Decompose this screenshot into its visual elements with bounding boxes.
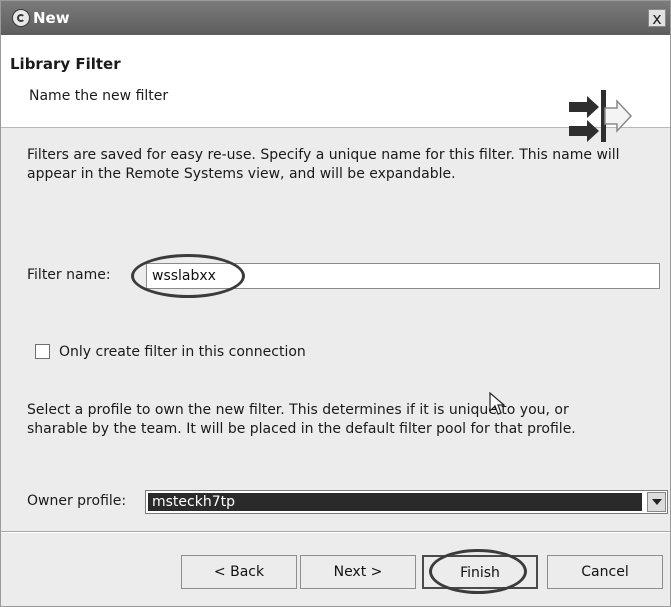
finish-button[interactable]: Finish xyxy=(422,555,538,589)
owner-profile-label: Owner profile: xyxy=(27,493,127,509)
next-button[interactable]: Next > xyxy=(300,555,416,589)
back-button[interactable]: < Back xyxy=(181,555,297,589)
eclipse-app-icon xyxy=(12,9,30,27)
page-title: Library Filter xyxy=(10,55,121,73)
only-connection-label: Only create filter in this connection xyxy=(59,344,306,360)
filter-description-line2: appear in the Remote Systems view, and w… xyxy=(27,166,456,182)
page-subtitle: Name the new filter xyxy=(29,88,169,104)
owner-profile-select[interactable]: msteckh7tp xyxy=(145,490,668,514)
owner-profile-value: msteckh7tp xyxy=(148,493,642,511)
profile-description-line2: sharable by the team. It will be placed … xyxy=(27,421,576,437)
title-bar: New x xyxy=(1,1,670,35)
wizard-banner: Library Filter Name the new filter xyxy=(1,35,670,142)
mouse-cursor-icon xyxy=(489,392,505,415)
filter-name-label: Filter name: xyxy=(27,267,111,283)
filter-name-input[interactable] xyxy=(146,263,660,289)
profile-description-line1: Select a profile to own the new filter. … xyxy=(27,402,569,418)
only-connection-checkbox[interactable] xyxy=(35,344,50,359)
wizard-arrows-icon xyxy=(569,90,633,142)
close-button[interactable]: x xyxy=(648,9,666,28)
filter-description-line1: Filters are saved for easy re-use. Speci… xyxy=(27,147,620,163)
new-wizard-dialog: New x Library Filter Name the new filter… xyxy=(0,0,671,607)
cancel-button[interactable]: Cancel xyxy=(547,555,663,589)
button-bar-divider xyxy=(1,531,670,533)
window-title: New xyxy=(33,9,70,27)
dropdown-arrow-icon[interactable] xyxy=(647,492,666,512)
